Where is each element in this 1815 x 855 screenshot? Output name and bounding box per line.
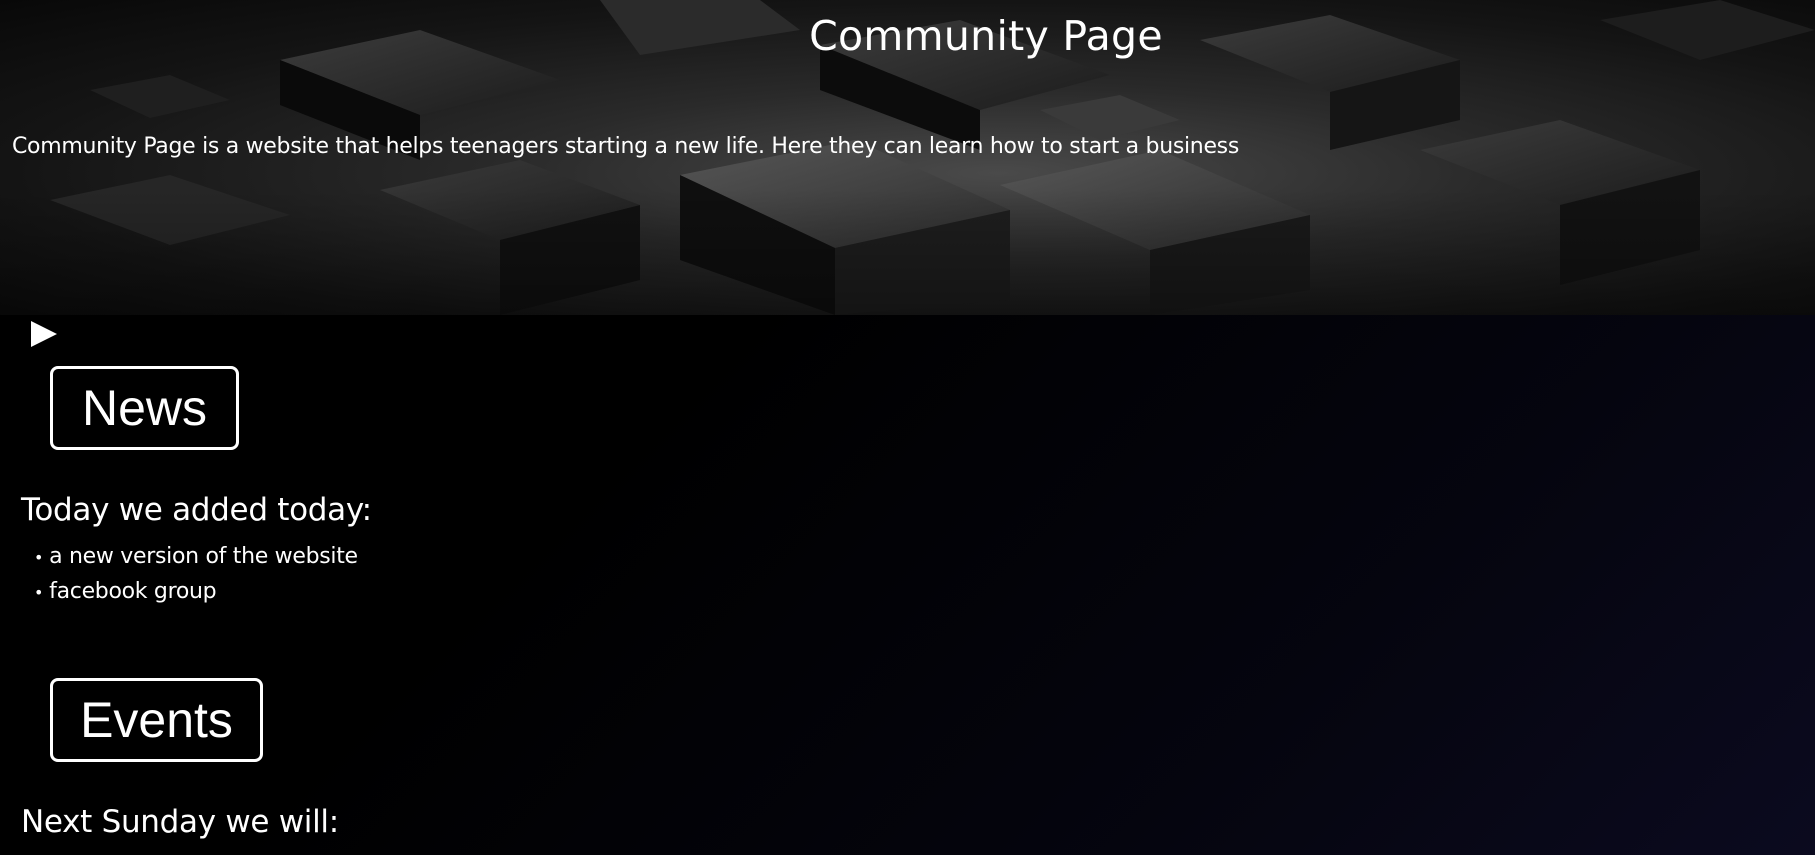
- news-heading: Today we added today:: [21, 492, 372, 528]
- page-title: Community Page: [809, 12, 1163, 60]
- list-item: a new version of the website: [34, 543, 358, 578]
- disclosure-toggle[interactable]: [29, 319, 59, 349]
- events-button[interactable]: Events: [50, 678, 263, 762]
- hero-banner: Community Page Community Page is a websi…: [0, 0, 1815, 315]
- news-list: a new version of the website facebook gr…: [34, 543, 358, 613]
- page: Community Page Community Page is a websi…: [0, 0, 1815, 855]
- news-button[interactable]: News: [50, 366, 239, 450]
- play-triangle-icon: [31, 321, 57, 347]
- intro-text: Community Page is a website that helps t…: [12, 134, 1240, 159]
- list-item: facebook group: [34, 578, 358, 613]
- events-heading: Next Sunday we will:: [21, 804, 339, 840]
